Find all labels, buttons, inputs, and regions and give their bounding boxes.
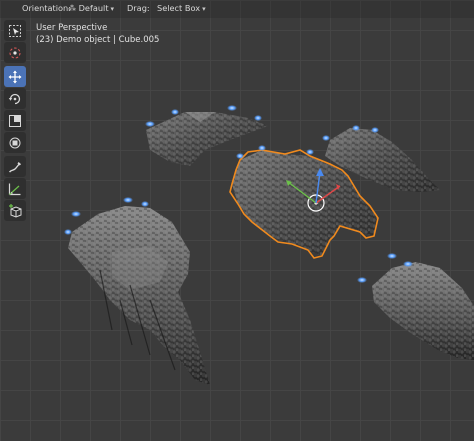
add-cube-icon — [9, 203, 22, 218]
orientation-label: Orientation: — [22, 3, 71, 13]
scale-icon — [9, 114, 21, 127]
transform-icon — [9, 137, 21, 148]
rotate-tool[interactable] — [4, 88, 26, 109]
cursor-icon — [9, 47, 21, 58]
scene-render[interactable] — [0, 0, 474, 441]
viewport-info-overlay: User Perspective (23) Demo object | Cube… — [36, 22, 159, 46]
active-object-text: (23) Demo object | Cube.005 — [36, 35, 160, 45]
scale-tool[interactable] — [4, 110, 26, 131]
viewport-header: Orientation: ⁂ Default ▾ Drag: Select Box… — [0, 0, 474, 18]
orientation-axes-icon: ⁂ — [68, 4, 76, 13]
move-tool[interactable] — [4, 66, 26, 87]
cursor-tool[interactable] — [4, 42, 26, 63]
measure-icon — [8, 183, 21, 195]
drag-label: Drag: — [127, 3, 150, 13]
ship-left[interactable] — [68, 206, 210, 385]
select-box-icon — [9, 24, 21, 37]
select-box-tool[interactable] — [4, 20, 26, 41]
move-icon — [8, 70, 22, 83]
chevron-down-icon: ▾ — [202, 5, 206, 13]
rotate-icon — [8, 93, 21, 104]
annotate-icon — [8, 161, 21, 172]
drag-dropdown[interactable]: Select Box ▾ — [157, 3, 206, 13]
chevron-down-icon: ▾ — [110, 5, 115, 13]
drag-value: Select Box — [157, 3, 201, 13]
ship-bottom-right[interactable] — [372, 262, 474, 360]
3d-viewport[interactable]: Orientation: ⁂ Default ▾ Drag: Select Box… — [0, 0, 474, 441]
orientation-dropdown[interactable]: ⁂ Default ▾ — [68, 3, 114, 13]
transform-tool[interactable] — [4, 132, 26, 153]
orientation-value: Default — [78, 3, 109, 13]
add-cube-tool[interactable] — [4, 200, 26, 221]
measure-tool[interactable] — [4, 178, 26, 199]
annotate-tool[interactable] — [4, 156, 26, 177]
perspective-text: User Perspective — [36, 23, 108, 33]
